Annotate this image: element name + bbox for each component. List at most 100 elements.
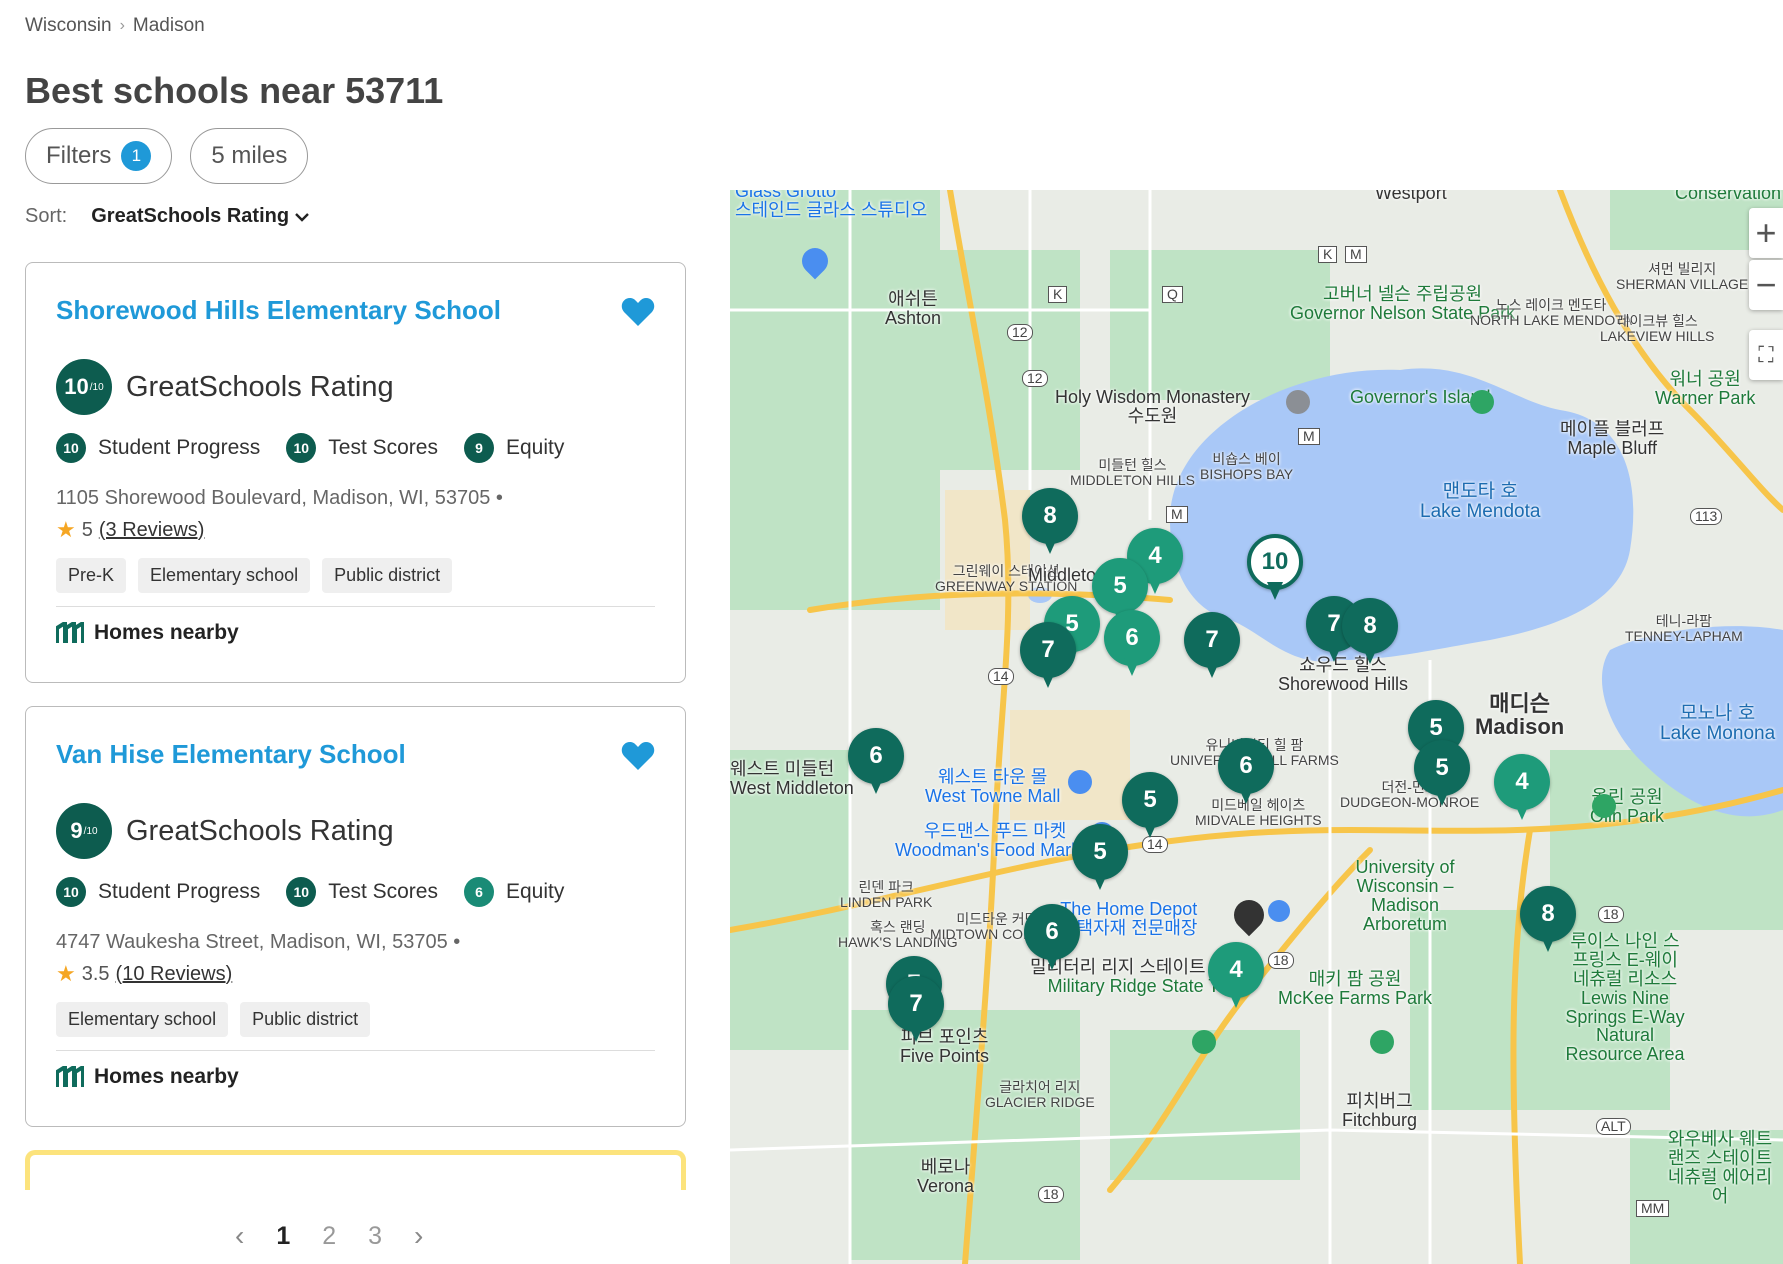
rating-label: GreatSchools Rating xyxy=(126,814,394,847)
distance-label: 5 miles xyxy=(211,142,288,169)
tag: Pre-K xyxy=(56,558,127,593)
fullscreen-button[interactable]: ⛶ xyxy=(1749,330,1783,380)
page-link-2[interactable]: 2 xyxy=(322,1222,336,1251)
heart-icon[interactable] xyxy=(621,297,655,327)
school-pin[interactable]: 8 xyxy=(1520,886,1576,956)
sort-dropdown[interactable]: GreatSchools Rating xyxy=(91,205,309,228)
map-label: 글라치어 리지 GLACIER RIDGE xyxy=(985,1079,1095,1110)
school-card: Van Hise Elementary School 9/10 GreatSch… xyxy=(25,706,686,1127)
reviews-link[interactable]: (3 Reviews) xyxy=(99,519,205,542)
student-progress-rating: 10 Student Progress xyxy=(56,877,260,907)
score-label: Test Scores xyxy=(328,880,438,903)
school-pin[interactable]: 6 xyxy=(1024,904,1080,974)
route-shield: MM xyxy=(1636,1200,1670,1217)
school-pin[interactable]: 7 xyxy=(888,976,944,1046)
school-name-link[interactable]: Van Hise Elementary School xyxy=(56,739,406,770)
next-page-button[interactable]: › xyxy=(414,1220,423,1252)
score-label: Student Progress xyxy=(98,880,261,903)
filters-label: Filters xyxy=(46,142,112,169)
reviews-row: ★ 3.5 (10 Reviews) xyxy=(56,961,232,987)
filters-button[interactable]: Filters 1 xyxy=(25,128,173,184)
route-shield: ALT xyxy=(1596,1118,1631,1135)
school-pin[interactable]: 8 xyxy=(1342,598,1398,668)
park-pin-icon[interactable] xyxy=(1370,1030,1394,1054)
equity-rating: 6 Equity xyxy=(463,877,564,907)
map-label: 비숍스 베이 BISHOPS BAY xyxy=(1200,451,1294,482)
map[interactable]: Glass Grotto 스테인드 글라스 스튜디오 Westport 애쉬튼 As… xyxy=(730,190,1783,1264)
score-dot: 9 xyxy=(463,433,494,463)
school-pin[interactable]: 4 xyxy=(1208,942,1264,1012)
page-link-3[interactable]: 3 xyxy=(368,1222,382,1251)
school-pin[interactable]: 5 xyxy=(1414,740,1470,810)
fullscreen-icon: ⛶ xyxy=(1758,342,1774,367)
map-label: 루이스 나인 스프링스 E-웨이 네츄럴 리소스 Lewis Nine Sprin… xyxy=(1565,931,1685,1065)
zoom-in-button[interactable]: + xyxy=(1749,208,1783,258)
score-label: Equity xyxy=(505,436,565,459)
zoom-out-button[interactable]: − xyxy=(1749,260,1783,310)
school-pin[interactable]: 5 xyxy=(1122,772,1178,842)
route-shield: 18 xyxy=(1598,906,1624,923)
school-pin[interactable]: 6 xyxy=(848,728,904,798)
sort-label: Sort: xyxy=(25,205,68,227)
trail-pin-icon[interactable] xyxy=(1192,1030,1216,1054)
distance-button[interactable]: 5 miles xyxy=(190,128,309,184)
test-scores-rating: 10 Test Scores xyxy=(286,433,438,463)
store-pin-icon[interactable] xyxy=(1268,900,1290,922)
mall-pin-icon[interactable] xyxy=(1068,770,1092,794)
sub-ratings: 10 Student Progress 10 Test Scores 9 Equity xyxy=(56,433,564,463)
map-label: The Home Depot 주택자재 전문매장 xyxy=(1060,899,1198,938)
breadcrumb-city-link[interactable]: Madison xyxy=(133,15,205,37)
page-title: Best schools near 53711 xyxy=(25,70,444,111)
school-tags: Elementary school Public district xyxy=(56,1002,371,1037)
homes-logo-icon xyxy=(56,622,84,643)
filter-count-badge: 1 xyxy=(121,141,152,171)
breadcrumb-state-link[interactable]: Wisconsin xyxy=(25,15,112,37)
star-icon: ★ xyxy=(56,517,76,542)
map-label: 모노나 호 Lake Monona xyxy=(1660,703,1776,744)
reviews-link[interactable]: (10 Reviews) xyxy=(116,963,233,986)
homes-nearby-link[interactable]: Homes nearby xyxy=(56,621,239,645)
school-address: 4747 Waukesha Street, Madison, WI, 53705… xyxy=(56,931,461,953)
route-shield: Q xyxy=(1162,286,1183,303)
school-pin[interactable]: 6 xyxy=(1218,738,1274,808)
park-pin-icon[interactable] xyxy=(1470,390,1494,414)
score-dot: 6 xyxy=(463,877,494,907)
map-label: 테니-라팜 TENNEY-LAPHAM xyxy=(1625,613,1743,644)
park-pin-icon[interactable] xyxy=(1592,794,1616,818)
score-dot: 10 xyxy=(286,433,317,463)
star-rating: 3.5 xyxy=(81,962,110,985)
school-pin-top[interactable]: 10 xyxy=(1247,534,1303,604)
school-pin[interactable]: 7 xyxy=(1020,622,1076,692)
school-card-partial xyxy=(25,1150,686,1190)
map-label: 매키 팜 공원 McKee Farms Park xyxy=(1278,969,1433,1008)
school-name-link[interactable]: Shorewood Hills Elementary School xyxy=(56,295,501,326)
rating-label: GreatSchools Rating xyxy=(126,370,394,403)
rating-value: 9 xyxy=(70,818,83,843)
map-label: 미들턴 힐스 MIDDLETON HILLS xyxy=(1070,457,1195,488)
map-label: 애쉬튼 Ashton xyxy=(885,289,942,328)
school-address: 1105 Shorewood Boulevard, Madison, WI, 5… xyxy=(56,487,503,509)
school-pin[interactable]: 6 xyxy=(1104,610,1160,680)
tag: Public district xyxy=(322,558,453,593)
page-link-1[interactable]: 1 xyxy=(276,1222,290,1251)
homes-nearby-link[interactable]: Homes nearby xyxy=(56,1065,239,1089)
map-label: 우드맨스 푸드 마켓 Woodman's Food Market xyxy=(895,821,1096,860)
rating-badge: 10/10 xyxy=(56,359,112,415)
route-shield: K xyxy=(1318,246,1338,263)
tag: Elementary school xyxy=(56,1002,229,1037)
school-pin[interactable]: 5 xyxy=(1072,824,1128,894)
star-icon: ★ xyxy=(56,961,76,986)
tag: Elementary school xyxy=(138,558,311,593)
route-shield: 18 xyxy=(1268,952,1294,969)
map-label: 와우베사 웨트랜즈 스테이트 네츄럴 에어리어 xyxy=(1667,1129,1773,1206)
test-scores-rating: 10 Test Scores xyxy=(286,877,438,907)
rating-badge: 9/10 xyxy=(56,803,112,859)
school-pin[interactable]: 7 xyxy=(1184,612,1240,682)
school-pin[interactable]: 4 xyxy=(1494,754,1550,824)
student-progress-rating: 10 Student Progress xyxy=(56,433,260,463)
prev-page-button[interactable]: ‹ xyxy=(235,1220,244,1252)
monastery-pin-icon[interactable] xyxy=(1286,390,1310,414)
route-shield: M xyxy=(1345,246,1367,263)
heart-icon[interactable] xyxy=(621,741,655,771)
school-pin[interactable]: 8 xyxy=(1022,488,1078,558)
